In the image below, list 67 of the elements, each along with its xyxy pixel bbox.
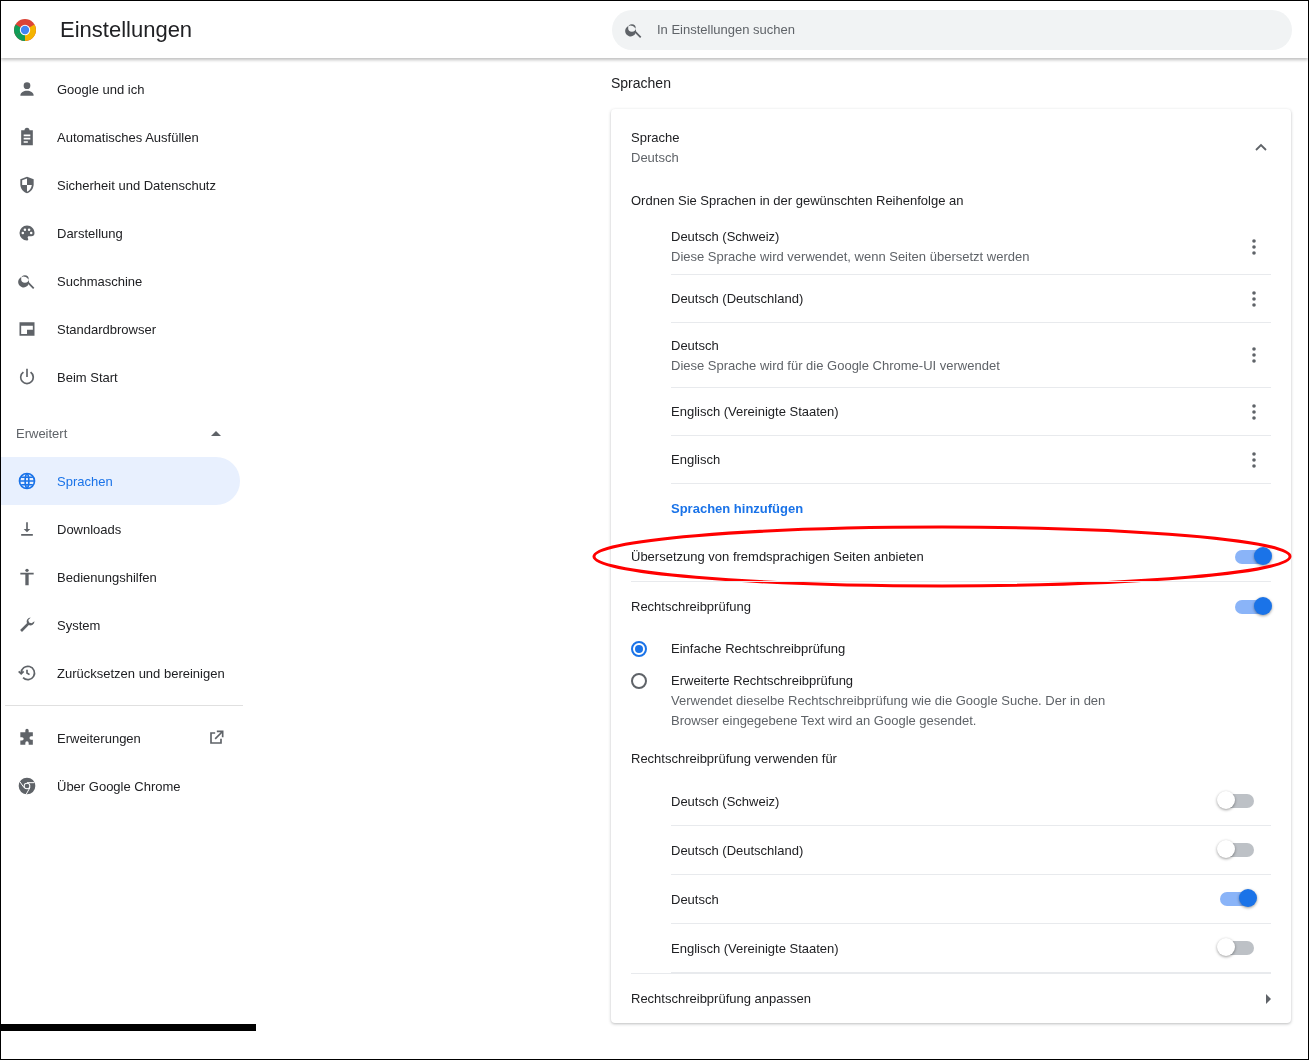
language-name: Deutsch (Deutschland) bbox=[671, 291, 804, 306]
language-name: Deutsch bbox=[671, 337, 720, 353]
more-options-icon[interactable] bbox=[1252, 347, 1256, 363]
chevron-icon bbox=[1255, 143, 1267, 151]
toggle-switch[interactable] bbox=[1220, 892, 1254, 906]
more-options-icon[interactable] bbox=[1252, 403, 1256, 420]
browser-window-icon bbox=[17, 319, 37, 339]
setting-value: Deutsch bbox=[631, 149, 680, 165]
sidebar-item[interactable]: Google und ich bbox=[1, 65, 240, 113]
more-options-icon[interactable] bbox=[1252, 451, 1256, 468]
language-name: Englisch (Vereinigte Staaten) bbox=[671, 404, 839, 419]
setting-label: Sprache bbox=[631, 129, 680, 145]
toggle-switch[interactable] bbox=[1220, 843, 1254, 857]
toggle-switch[interactable] bbox=[1220, 794, 1254, 808]
sidebar-item[interactable]: Erweiterungen bbox=[1, 714, 240, 762]
list-heading: Rechtschreibprüfung verwenden für bbox=[631, 750, 837, 766]
accessibility-icon bbox=[17, 567, 37, 587]
toggle-switch[interactable] bbox=[1235, 599, 1269, 614]
sidebar-item[interactable]: Über Google Chrome bbox=[1, 762, 240, 810]
sidebar-item[interactable]: Sprachen bbox=[1, 457, 240, 505]
section-title: Sprachen bbox=[611, 75, 672, 93]
language-name: Deutsch (Schweiz) bbox=[671, 229, 781, 244]
toggle-switch[interactable] bbox=[1235, 549, 1269, 564]
person-icon bbox=[17, 79, 37, 99]
add-languages-link[interactable]: Sprachen hinzufügen bbox=[671, 500, 804, 516]
radio-description: Verwendet dieselbe Rechtschreibprüfung wie die Google Suche. Der in den Browser eingegebene Text wird an Google gesendet. bbox=[671, 692, 1107, 730]
search-field[interactable]: In Einstellungen suchen bbox=[612, 9, 1292, 50]
caret-icon bbox=[211, 430, 221, 436]
sidebar-item[interactable]: Zurücksetzen und bereinigen bbox=[1, 649, 240, 697]
setting-label: Übersetzung von fremdsprachigen Seiten anbieten bbox=[631, 549, 924, 564]
chevron-right-icon bbox=[1266, 993, 1271, 1004]
radio-button[interactable] bbox=[631, 673, 647, 689]
sidebar-item[interactable]: System bbox=[1, 601, 240, 649]
toggle-switch[interactable] bbox=[1220, 941, 1254, 955]
sidebar-item[interactable]: Darstellung bbox=[1, 209, 240, 257]
language-name: Deutsch (Deutschland) bbox=[671, 842, 804, 858]
more-options-icon[interactable] bbox=[1252, 238, 1256, 255]
radio-label: Erweiterte Rechtschreibprüfung bbox=[671, 673, 855, 688]
sidebar-item[interactable]: Suchmaschine bbox=[1, 257, 240, 305]
sidebar-item[interactable]: Automatisches Ausfüllen bbox=[1, 113, 240, 161]
chrome-logo-icon bbox=[13, 17, 37, 42]
sidebar-item[interactable]: Sicherheit und Datenschutz bbox=[1, 161, 240, 209]
setting-label: Rechtschreibprüfung bbox=[631, 599, 751, 614]
more-options-icon[interactable] bbox=[1252, 290, 1256, 307]
language-name: Englisch (Vereinigte Staaten) bbox=[671, 940, 839, 956]
sidebar-section-toggle[interactable]: Erweitert bbox=[1, 409, 240, 457]
customize-row[interactable]: Rechtschreibprüfung anpassen bbox=[631, 973, 1271, 1023]
sidebar-item[interactable]: Standardbrowser bbox=[1, 305, 240, 353]
language-note: Diese Sprache wird für die Google Chrome-UI verwendet bbox=[671, 357, 1000, 373]
chrome-icon bbox=[17, 776, 37, 796]
language-expander[interactable]: Sprache Deutsch bbox=[631, 109, 1271, 181]
language-name: Englisch bbox=[671, 452, 721, 467]
palette-icon bbox=[17, 223, 37, 243]
sidebar-item[interactable]: Beim Start bbox=[1, 353, 240, 401]
list-heading: Ordnen Sie Sprachen in der gewünschten Reihenfolge an bbox=[631, 192, 964, 208]
shield-icon bbox=[17, 175, 37, 195]
page-title: Einstellungen bbox=[60, 16, 193, 43]
language-name: Deutsch (Schweiz) bbox=[671, 793, 780, 809]
language-note: Diese Sprache wird verwendet, wenn Seiten übersetzt werden bbox=[671, 249, 1030, 264]
radio-button[interactable] bbox=[631, 641, 647, 657]
language-name: Deutsch bbox=[671, 891, 719, 907]
radio-label: Einfache Rechtschreibprüfung bbox=[671, 641, 846, 656]
globe-icon bbox=[17, 471, 37, 491]
sidebar-item[interactable]: Bedienungshilfen bbox=[1, 553, 240, 601]
power-icon bbox=[17, 367, 37, 387]
history-icon bbox=[17, 663, 37, 683]
sidebar-item[interactable]: Downloads bbox=[1, 505, 240, 553]
